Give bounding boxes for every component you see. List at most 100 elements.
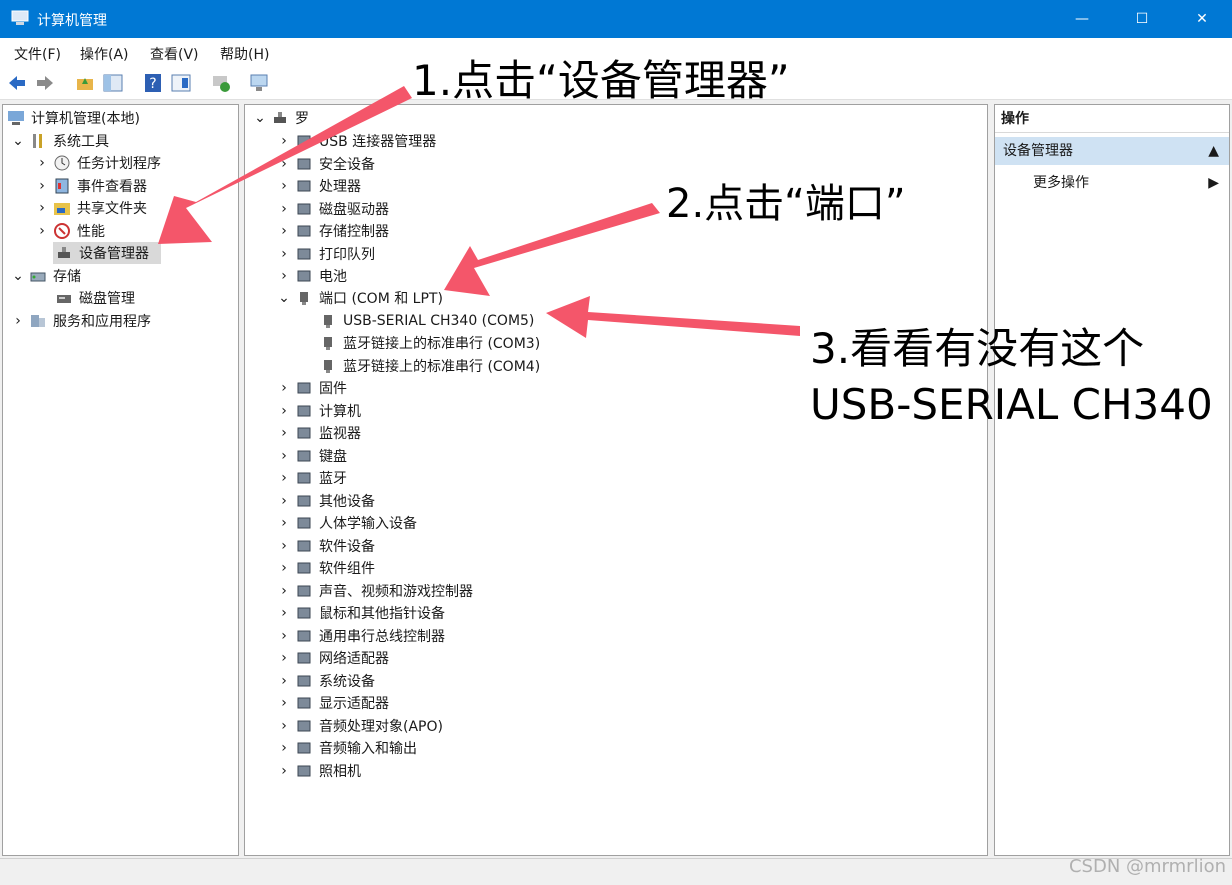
device-category-after-9[interactable]: › 声音、视频和游戏控制器 bbox=[277, 580, 473, 602]
chevron-right-icon[interactable]: › bbox=[277, 763, 291, 779]
menu-help[interactable]: 帮助(H) bbox=[220, 44, 269, 64]
tree-item-device-manager[interactable]: 设备管理器 bbox=[53, 242, 161, 264]
update-driver-icon[interactable] bbox=[210, 72, 232, 94]
tree-item-services-apps[interactable]: › 服务和应用程序 bbox=[11, 310, 151, 332]
chevron-right-icon[interactable]: › bbox=[277, 470, 291, 486]
chevron-right-icon[interactable]: › bbox=[35, 200, 49, 216]
device-category-after-7[interactable]: › 软件设备 bbox=[277, 535, 375, 557]
chevron-right-icon[interactable]: › bbox=[277, 403, 291, 419]
device-category-after-1[interactable]: › 计算机 bbox=[277, 400, 361, 422]
device-category-after-3[interactable]: › 键盘 bbox=[277, 445, 347, 467]
maximize-button[interactable]: ☐ bbox=[1112, 0, 1172, 38]
device-category-before-1[interactable]: › 安全设备 bbox=[277, 153, 375, 175]
tree-item-disk-management[interactable]: 磁盘管理 bbox=[53, 287, 135, 309]
help-icon[interactable]: ? bbox=[142, 72, 164, 94]
device-category-label: 监视器 bbox=[319, 426, 361, 442]
device-tree-root[interactable]: ⌄ 罗 bbox=[253, 107, 309, 129]
tree-item-storage[interactable]: ⌄ 存储 bbox=[11, 265, 81, 287]
menu-action[interactable]: 操作(A) bbox=[80, 44, 129, 64]
chevron-right-icon[interactable]: › bbox=[277, 268, 291, 284]
device-category-after-4[interactable]: › 蓝牙 bbox=[277, 467, 347, 489]
chevron-right-icon[interactable]: › bbox=[35, 155, 49, 171]
actions-header: 操作 bbox=[995, 105, 1229, 133]
forward-arrow-icon[interactable] bbox=[34, 72, 56, 94]
device-port-com4[interactable]: 蓝牙链接上的标准串行 (COM4) bbox=[319, 355, 540, 377]
menu-view[interactable]: 查看(V) bbox=[150, 44, 199, 64]
device-category-after-13[interactable]: › 系统设备 bbox=[277, 670, 375, 692]
actions-device-manager[interactable]: 设备管理器 ▲ bbox=[995, 137, 1229, 165]
scan-hardware-icon[interactable] bbox=[248, 72, 270, 94]
chevron-right-icon[interactable]: › bbox=[277, 246, 291, 262]
minimize-button[interactable]: — bbox=[1052, 0, 1112, 38]
chevron-right-icon[interactable]: › bbox=[277, 448, 291, 464]
chevron-right-icon[interactable]: › bbox=[277, 695, 291, 711]
chevron-right-icon[interactable]: › bbox=[35, 223, 49, 239]
chevron-right-icon[interactable]: › bbox=[35, 178, 49, 194]
device-category-after-15[interactable]: › 音频处理对象(APO) bbox=[277, 715, 443, 737]
device-port-com3[interactable]: 蓝牙链接上的标准串行 (COM3) bbox=[319, 332, 540, 354]
chevron-right-icon[interactable]: › bbox=[277, 583, 291, 599]
tree-item-event-viewer[interactable]: › 事件查看器 bbox=[35, 175, 147, 197]
chevron-right-icon[interactable]: › bbox=[277, 560, 291, 576]
chevron-right-icon[interactable]: › bbox=[277, 650, 291, 666]
show-hide-tree-icon[interactable] bbox=[102, 72, 124, 94]
chevron-down-icon[interactable]: ⌄ bbox=[253, 110, 267, 126]
chevron-right-icon[interactable]: › bbox=[277, 425, 291, 441]
annotation-step2: 2.点击“端口” bbox=[666, 181, 906, 227]
device-category-after-12[interactable]: › 网络适配器 bbox=[277, 647, 389, 669]
chevron-down-icon[interactable]: ⌄ bbox=[11, 133, 25, 149]
device-category-before-2[interactable]: › 处理器 bbox=[277, 175, 361, 197]
device-category-after-2[interactable]: › 监视器 bbox=[277, 422, 361, 444]
device-category-before-5[interactable]: › 打印队列 bbox=[277, 243, 375, 265]
device-category-after-5[interactable]: › 其他设备 bbox=[277, 490, 375, 512]
chevron-right-icon[interactable]: › bbox=[277, 201, 291, 217]
device-port-ch340[interactable]: USB-SERIAL CH340 (COM5) bbox=[319, 310, 534, 332]
device-category-before-4[interactable]: › 存储控制器 bbox=[277, 220, 389, 242]
chevron-right-icon[interactable]: › bbox=[277, 605, 291, 621]
device-category-before-0[interactable]: › USB 连接器管理器 bbox=[277, 130, 436, 152]
device-category-before-3[interactable]: › 磁盘驱动器 bbox=[277, 198, 389, 220]
device-category-after-17[interactable]: › 照相机 bbox=[277, 760, 361, 782]
chevron-down-icon[interactable]: ⌄ bbox=[277, 290, 291, 306]
device-category-after-14[interactable]: › 显示适配器 bbox=[277, 692, 389, 714]
up-folder-icon[interactable] bbox=[74, 72, 96, 94]
chevron-right-icon[interactable]: › bbox=[277, 628, 291, 644]
chevron-right-icon[interactable]: › bbox=[11, 313, 25, 329]
properties-view-icon[interactable] bbox=[170, 72, 192, 94]
tree-item-root[interactable]: 计算机管理(本地) bbox=[7, 107, 140, 129]
chevron-right-icon[interactable]: › bbox=[277, 538, 291, 554]
device-category-after-0[interactable]: › 固件 bbox=[277, 377, 347, 399]
device-category-icon bbox=[295, 559, 313, 577]
chevron-right-icon[interactable]: › bbox=[277, 223, 291, 239]
more-actions[interactable]: 更多操作 ▶ bbox=[1033, 171, 1223, 195]
device-category-after-6[interactable]: › 人体学输入设备 bbox=[277, 512, 417, 534]
chevron-right-icon[interactable]: › bbox=[277, 515, 291, 531]
chevron-right-icon[interactable]: › bbox=[277, 380, 291, 396]
tree-item-performance[interactable]: › 性能 bbox=[35, 220, 105, 242]
chevron-right-icon[interactable]: › bbox=[277, 178, 291, 194]
tree-item-task-scheduler[interactable]: › 任务计划程序 bbox=[35, 152, 161, 174]
device-category-ports[interactable]: ⌄ 端口 (COM 和 LPT) bbox=[277, 287, 443, 309]
device-category-after-8[interactable]: › 软件组件 bbox=[277, 557, 375, 579]
device-category-after-16[interactable]: › 音频输入和输出 bbox=[277, 737, 417, 759]
chevron-right-icon[interactable]: › bbox=[277, 156, 291, 172]
chevron-right-icon[interactable]: › bbox=[277, 493, 291, 509]
chevron-right-icon[interactable]: › bbox=[277, 673, 291, 689]
tree-item-shared-folders[interactable]: › 共享文件夹 bbox=[35, 197, 147, 219]
chevron-right-icon[interactable]: › bbox=[277, 718, 291, 734]
close-button[interactable]: ✕ bbox=[1172, 0, 1232, 38]
chevron-down-icon[interactable]: ⌄ bbox=[11, 268, 25, 284]
chevron-right-icon[interactable]: › bbox=[277, 740, 291, 756]
device-category-label: 计算机 bbox=[319, 403, 361, 420]
device-category-after-10[interactable]: › 鼠标和其他指针设备 bbox=[277, 602, 445, 624]
tree-item-system-tools[interactable]: ⌄ 系统工具 bbox=[11, 130, 109, 152]
back-arrow-icon[interactable] bbox=[6, 72, 28, 94]
chevron-right-icon[interactable]: › bbox=[277, 133, 291, 149]
device-category-label: 音频输入和输出 bbox=[319, 741, 417, 757]
clock-icon bbox=[53, 154, 71, 172]
device-category-before-6[interactable]: › 电池 bbox=[277, 265, 347, 287]
menu-file[interactable]: 文件(F) bbox=[14, 44, 61, 64]
collapse-up-icon[interactable]: ▲ bbox=[1208, 137, 1219, 165]
device-category-icon bbox=[295, 155, 313, 173]
device-category-after-11[interactable]: › 通用串行总线控制器 bbox=[277, 625, 445, 647]
